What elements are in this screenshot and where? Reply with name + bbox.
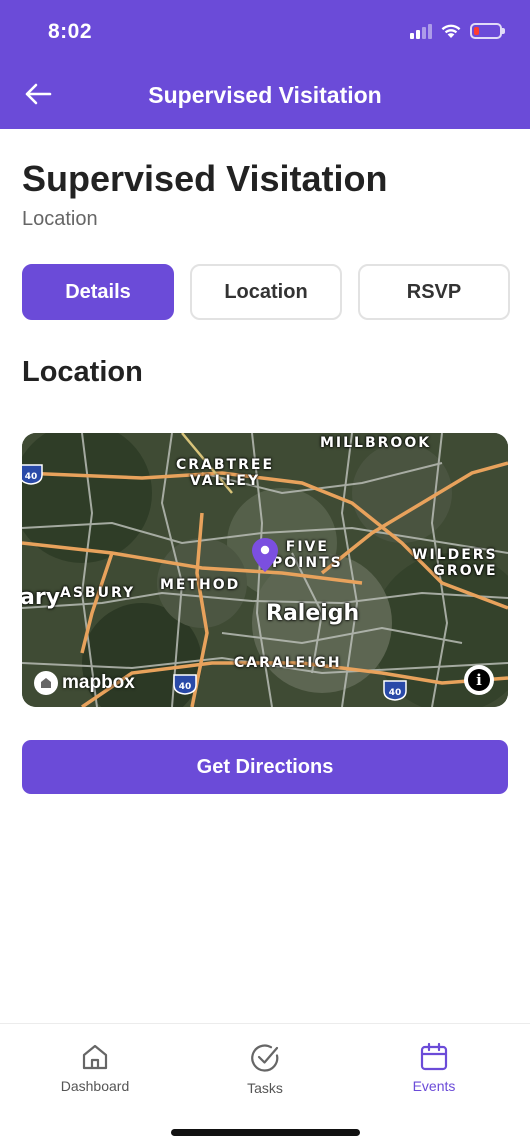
interstate-shield-icon: 40 — [383, 680, 407, 701]
app-header: 8:02 Supervised Visitation — [0, 0, 530, 129]
tabbar-label: Events — [412, 1078, 456, 1094]
nav-bar: Supervised Visitation — [0, 64, 530, 129]
tabbar-item-events[interactable]: Events — [374, 1042, 494, 1094]
wifi-icon — [441, 24, 461, 38]
mapbox-attribution-text: mapbox — [62, 672, 135, 693]
map-label-millbrook: MILLBROOK — [320, 435, 432, 451]
page-title: Supervised Visitation — [22, 158, 388, 199]
info-icon: i — [468, 669, 490, 691]
tabbar-label: Tasks — [247, 1080, 283, 1096]
svg-text:40: 40 — [179, 682, 192, 692]
mapbox-attribution[interactable]: mapbox — [34, 671, 135, 695]
get-directions-button[interactable]: Get Directions — [22, 740, 508, 794]
status-bar: 8:02 — [0, 0, 530, 64]
map-label-wilders-grove: WILDERS GROVE — [412, 547, 498, 580]
status-icons — [410, 22, 505, 39]
status-time: 8:02 — [48, 20, 93, 43]
location-map[interactable]: MILLBROOK CRABTREE VALLEY FIVE POINTS WI… — [22, 433, 508, 707]
tabbar-item-tasks[interactable]: Tasks — [205, 1042, 325, 1096]
segmented-tabs: Details Location RSVP — [22, 264, 510, 320]
map-label-raleigh: Raleigh — [266, 601, 360, 626]
map-label-caraleigh: CARALEIGH — [234, 655, 342, 671]
svg-text:40: 40 — [389, 688, 402, 698]
mapbox-logo-icon — [34, 671, 58, 695]
interstate-shield-icon: 40 — [22, 464, 43, 485]
map-info-button[interactable]: i — [464, 665, 494, 695]
section-title: Location — [22, 356, 143, 388]
map-pin-icon[interactable] — [251, 537, 279, 573]
map-label-method: METHOD — [160, 577, 241, 593]
home-icon — [82, 1044, 108, 1070]
calendar-icon — [420, 1042, 448, 1071]
tabbar-item-dashboard[interactable]: Dashboard — [35, 1042, 155, 1094]
map-label-asbury: ASBURY — [60, 585, 136, 601]
map-label-cary: ary — [22, 585, 61, 610]
tab-details[interactable]: Details — [22, 264, 174, 320]
tab-rsvp[interactable]: RSVP — [358, 264, 510, 320]
interstate-shield-icon: 40 — [173, 674, 197, 695]
map-label-five-points: FIVE POINTS — [272, 539, 343, 572]
tab-location[interactable]: Location — [190, 264, 342, 320]
page-subtitle: Location — [22, 208, 98, 230]
check-circle-icon — [251, 1044, 279, 1072]
battery-icon — [470, 22, 505, 39]
svg-text:40: 40 — [25, 472, 38, 482]
header-title: Supervised Visitation — [148, 82, 382, 108]
tabbar-label: Dashboard — [60, 1078, 130, 1094]
map-label-crabtree-valley: CRABTREE VALLEY — [176, 457, 275, 490]
home-indicator — [171, 1129, 360, 1136]
cellular-signal-icon — [410, 23, 432, 39]
